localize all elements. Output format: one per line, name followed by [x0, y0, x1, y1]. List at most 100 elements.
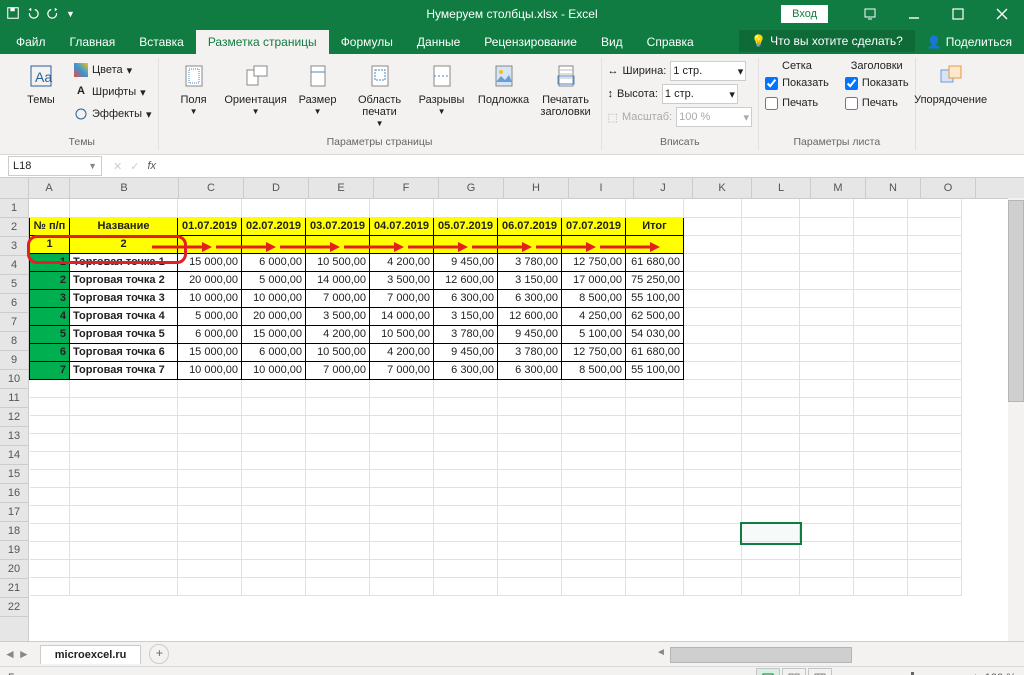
row-6[interactable]: 3Торговая точка 310 000,0010 000,007 000… — [30, 289, 962, 307]
row-header-17[interactable]: 17 — [0, 503, 28, 522]
fonts-button[interactable]: AШрифты ▾ — [74, 82, 152, 102]
row-header-5[interactable]: 5 — [0, 275, 28, 294]
row-14[interactable] — [30, 433, 962, 451]
titles-button[interactable]: Печатать заголовки — [537, 60, 595, 118]
save-icon[interactable] — [6, 6, 20, 23]
row-11[interactable] — [30, 379, 962, 397]
ribbon-options-icon[interactable] — [848, 0, 892, 28]
row-7[interactable]: 4Торговая точка 45 000,0020 000,003 500,… — [30, 307, 962, 325]
gridlines-view-check[interactable] — [765, 77, 778, 90]
close-button[interactable] — [980, 0, 1024, 28]
margins-button[interactable]: Поля▼ — [165, 60, 223, 117]
minimize-button[interactable] — [892, 0, 936, 28]
row-21[interactable] — [30, 559, 962, 577]
page-break-button[interactable] — [808, 668, 832, 675]
col-header-K[interactable]: K — [693, 178, 752, 198]
row-header-6[interactable]: 6 — [0, 294, 28, 313]
tab-формулы[interactable]: Формулы — [329, 30, 405, 54]
headings-view-check[interactable] — [845, 77, 858, 90]
new-sheet-button[interactable]: + — [149, 644, 169, 664]
row-header-16[interactable]: 16 — [0, 484, 28, 503]
row-header-3[interactable]: 3 — [0, 237, 28, 256]
normal-view-button[interactable] — [756, 668, 780, 675]
tab-файл[interactable]: Файл — [4, 30, 58, 54]
col-header-L[interactable]: L — [752, 178, 811, 198]
row-1[interactable] — [30, 199, 962, 217]
row-header-2[interactable]: 2 — [0, 218, 28, 237]
row-header-15[interactable]: 15 — [0, 465, 28, 484]
size-button[interactable]: Размер▼ — [289, 60, 347, 117]
col-header-E[interactable]: E — [309, 178, 374, 198]
row-header-13[interactable]: 13 — [0, 427, 28, 446]
share-button[interactable]: 👤Поделиться — [915, 30, 1024, 54]
tab-справка[interactable]: Справка — [635, 30, 706, 54]
row-9[interactable]: 6Торговая точка 615 000,006 000,0010 500… — [30, 343, 962, 361]
row-5[interactable]: 2Торговая точка 220 000,005 000,0014 000… — [30, 271, 962, 289]
redo-icon[interactable] — [46, 6, 60, 23]
row-header-4[interactable]: 4 — [0, 256, 28, 275]
row-header-19[interactable]: 19 — [0, 541, 28, 560]
area-button[interactable]: Область печати▼ — [351, 60, 409, 129]
headings-print-check[interactable] — [845, 97, 858, 110]
col-header-J[interactable]: J — [634, 178, 693, 198]
row-8[interactable]: 5Торговая точка 56 000,0015 000,004 200,… — [30, 325, 962, 343]
row-15[interactable] — [30, 451, 962, 469]
sheet-nav-next[interactable]: ► — [18, 647, 30, 661]
horizontal-scrollbar[interactable]: ◄ — [654, 647, 994, 663]
col-header-D[interactable]: D — [244, 178, 309, 198]
row-12[interactable] — [30, 397, 962, 415]
row-header-8[interactable]: 8 — [0, 332, 28, 351]
row-header-22[interactable]: 22 — [0, 598, 28, 617]
row-17[interactable] — [30, 487, 962, 505]
row-header-12[interactable]: 12 — [0, 408, 28, 427]
col-header-N[interactable]: N — [866, 178, 921, 198]
maximize-button[interactable] — [936, 0, 980, 28]
effects-button[interactable]: Эффекты ▾ — [74, 104, 152, 124]
row-header-14[interactable]: 14 — [0, 446, 28, 465]
fx-icon[interactable]: fx — [147, 160, 156, 172]
row-header-18[interactable]: 18 — [0, 522, 28, 541]
undo-icon[interactable] — [26, 6, 40, 23]
row-header-1[interactable]: 1 — [0, 199, 28, 218]
vertical-scrollbar[interactable] — [1008, 198, 1024, 641]
row-header-9[interactable]: 9 — [0, 351, 28, 370]
tellme[interactable]: 💡Что вы хотите сделать? — [739, 30, 915, 52]
name-box[interactable]: L18▼ — [8, 156, 102, 176]
row-10[interactable]: 7Торговая точка 710 000,0010 000,007 000… — [30, 361, 962, 379]
tab-разметка страницы[interactable]: Разметка страницы — [196, 30, 329, 54]
page-layout-button[interactable] — [782, 668, 806, 675]
sheet-tab[interactable]: microexcel.ru — [40, 645, 142, 664]
tab-рецензирование[interactable]: Рецензирование — [472, 30, 589, 54]
row-22[interactable] — [30, 577, 962, 595]
row-4[interactable]: 1Торговая точка 115 000,006 000,0010 500… — [30, 253, 962, 271]
bg-button[interactable]: Подложка — [475, 60, 533, 106]
col-header-H[interactable]: H — [504, 178, 569, 198]
tab-данные[interactable]: Данные — [405, 30, 472, 54]
row-19[interactable] — [30, 523, 962, 541]
col-header-M[interactable]: M — [811, 178, 866, 198]
sheet-nav-prev[interactable]: ◄ — [4, 647, 16, 661]
row-header-20[interactable]: 20 — [0, 560, 28, 579]
col-header-C[interactable]: C — [179, 178, 244, 198]
col-header-F[interactable]: F — [374, 178, 439, 198]
row-18[interactable] — [30, 505, 962, 523]
gridlines-print-check[interactable] — [765, 97, 778, 110]
row-20[interactable] — [30, 541, 962, 559]
row-3[interactable]: 12 — [30, 235, 962, 253]
colors-button[interactable]: Цвета ▾ — [74, 60, 152, 80]
row-header-21[interactable]: 21 — [0, 579, 28, 598]
row-header-10[interactable]: 10 — [0, 370, 28, 389]
select-all-corner[interactable] — [0, 178, 29, 198]
col-header-B[interactable]: B — [70, 178, 179, 198]
col-header-O[interactable]: O — [921, 178, 976, 198]
arrange-button[interactable]: Упорядочение — [922, 60, 980, 106]
row-2[interactable]: № п/пНазвание01.07.201902.07.201903.07.2… — [30, 217, 962, 235]
row-header-7[interactable]: 7 — [0, 313, 28, 332]
breaks-button[interactable]: Разрывы▼ — [413, 60, 471, 117]
row-16[interactable] — [30, 469, 962, 487]
row-header-11[interactable]: 11 — [0, 389, 28, 408]
col-header-G[interactable]: G — [439, 178, 504, 198]
col-header-A[interactable]: A — [29, 178, 70, 198]
signin-button[interactable]: Вход — [781, 5, 828, 23]
col-header-I[interactable]: I — [569, 178, 634, 198]
